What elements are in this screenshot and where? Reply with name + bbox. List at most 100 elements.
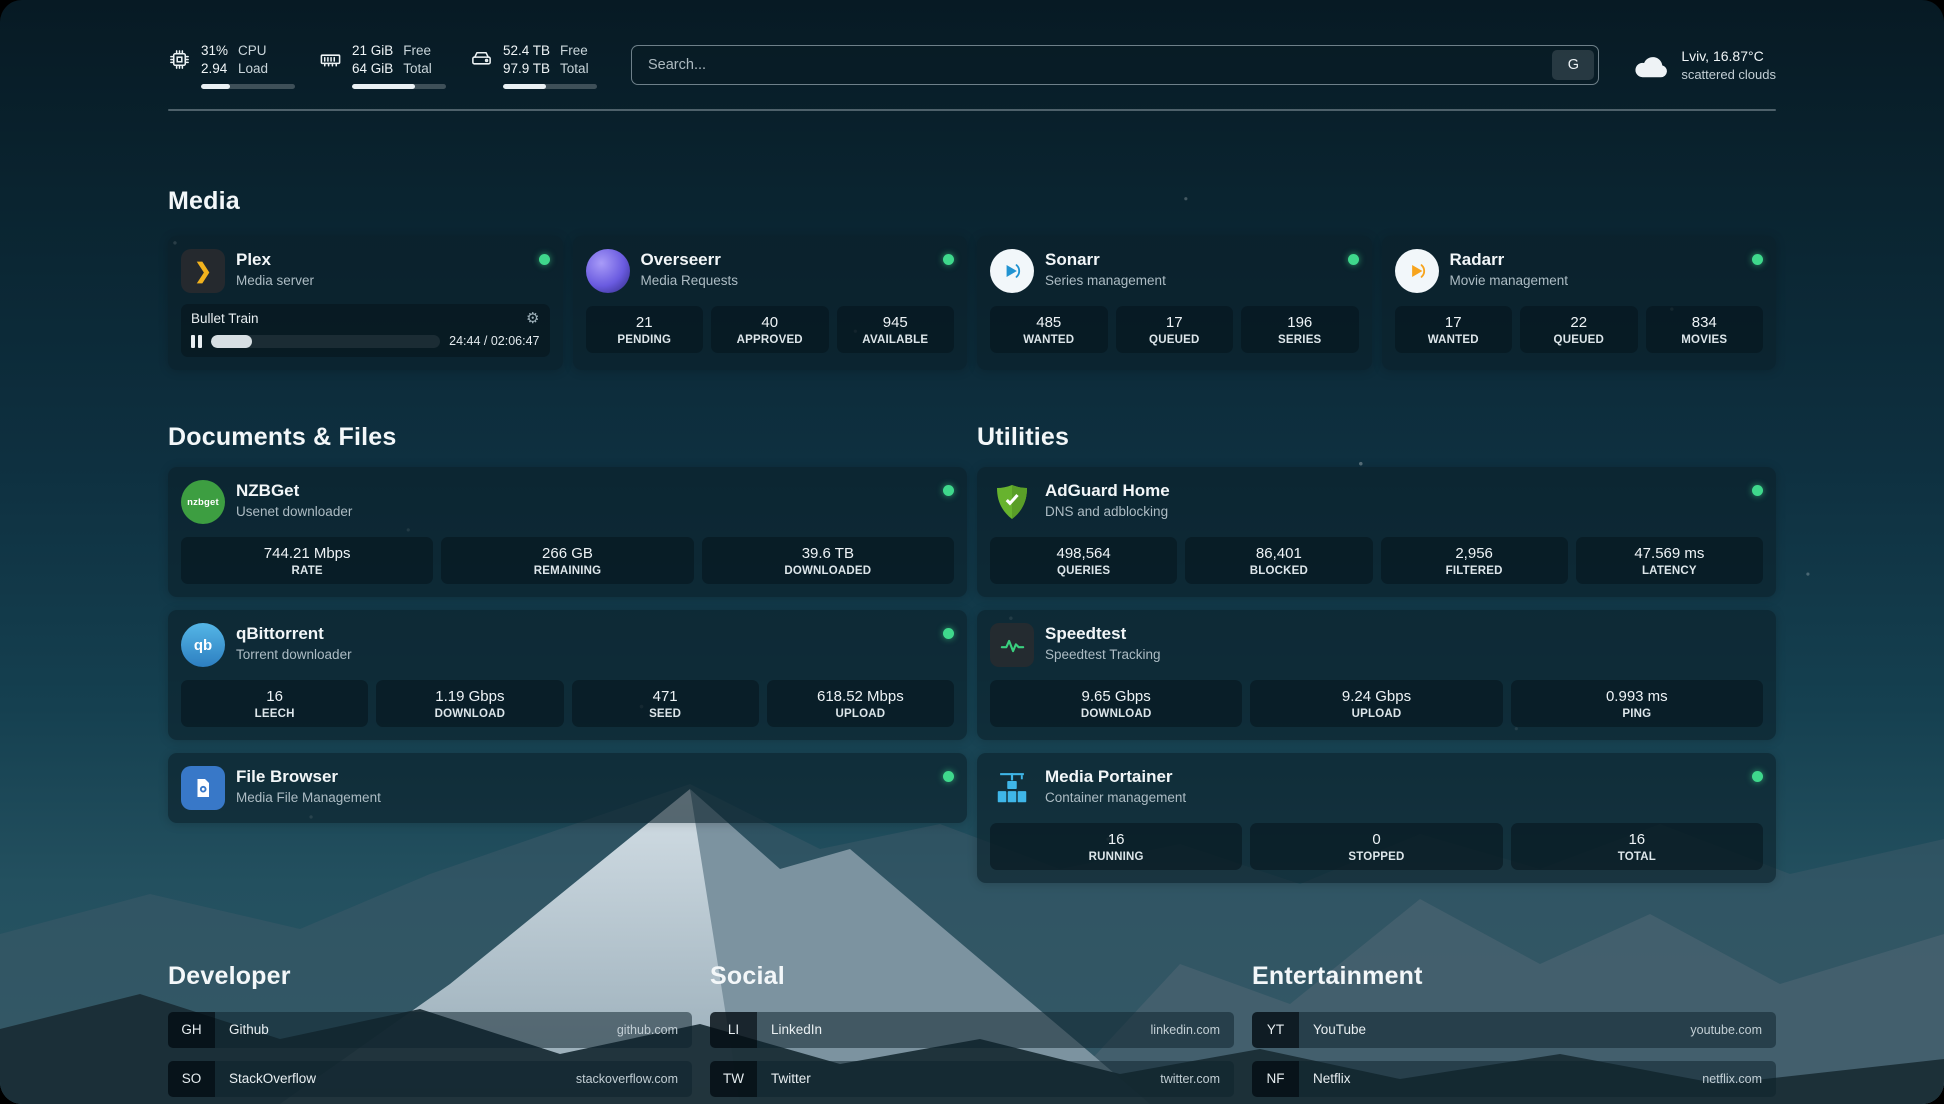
service-card-speedtest[interactable]: Speedtest Speedtest Tracking 9.65 Gbps D… [977,610,1776,740]
cpu-label-2: Load [238,60,268,78]
bookmark-youtube[interactable]: YT YouTube youtube.com [1252,1012,1776,1048]
cpu-label-1: CPU [238,42,268,60]
cpu-loadavg: 2.94 [201,60,228,78]
filebrowser-icon [181,766,225,810]
service-subtitle: Media server [236,273,528,288]
section-title-utilities: Utilities [977,423,1776,452]
service-card-qbittorrent[interactable]: qb qBittorrent Torrent downloader 16 LEE… [168,610,967,740]
service-name: Media Portainer [1045,767,1741,787]
service-subtitle: Media Requests [641,273,933,288]
service-card-plex[interactable]: ❯ Plex Media server Bullet Train ⚙ [168,236,563,370]
section-title-entertainment: Entertainment [1252,962,1776,991]
bookmark-name: Twitter [771,1071,811,1086]
topbar-divider [168,109,1776,111]
status-dot [943,628,954,639]
search-provider-button[interactable]: G [1552,50,1594,80]
bookmark-url: stackoverflow.com [576,1072,678,1086]
search-input[interactable] [636,57,1552,73]
bookmark-url: youtube.com [1690,1023,1762,1037]
stat-filtered: 2,956 FILTERED [1381,537,1568,584]
cloud-icon [1633,51,1669,79]
section-documents: Documents & Files nzbget NZBGet Usenet d… [168,402,967,883]
bookmark-github[interactable]: GH Githubgithub.com [168,1012,692,1048]
bookmark-url: linkedin.com [1151,1023,1220,1037]
speedtest-icon [990,623,1034,667]
service-card-radarr[interactable]: Radarr Movie management 17 WANTED 22 QUE… [1382,236,1777,370]
section-title-social: Social [710,962,1234,991]
section-media: Media ❯ Plex Media server Bullet Tr [168,187,1776,371]
status-dot [539,254,550,265]
disk-label-2: Total [560,60,589,78]
status-dot [943,254,954,265]
bookmark-name: StackOverflow [229,1071,316,1086]
resource-widgets: 31% 2.94 CPU Load [168,42,597,89]
qbittorrent-icon: qb [181,623,225,667]
status-dot [1348,254,1359,265]
adguard-icon [990,480,1034,524]
service-card-overseerr[interactable]: Overseerr Media Requests 21 PENDING 40 A… [573,236,968,370]
bookmark-url: github.com [617,1023,678,1037]
service-name: Plex [236,250,528,270]
stat-latency: 47.569 ms LATENCY [1576,537,1763,584]
service-subtitle: Torrent downloader [236,647,932,662]
stat-wanted: 17 WANTED [1395,306,1513,353]
pause-icon[interactable] [191,335,202,348]
service-card-portainer[interactable]: Media Portainer Container management 16 … [977,753,1776,883]
stat-series: 196 SERIES [1241,306,1359,353]
service-subtitle: Usenet downloader [236,504,932,519]
gear-icon[interactable]: ⚙ [526,311,539,326]
stat-leech: 16 LEECH [181,680,368,727]
service-subtitle: Series management [1045,273,1337,288]
disk-widget: 52.4 TB 97.9 TB Free Total [470,42,597,89]
service-name: Overseerr [641,250,933,270]
bookmark-group-developer: Developer GH Githubgithub.com SO StackOv… [168,941,692,1104]
nzbget-icon: nzbget [181,480,225,524]
bookmark-name: YouTube [1313,1022,1366,1037]
disk-total: 97.9 TB [503,60,550,78]
memory-label-1: Free [403,42,432,60]
stat-download: 9.65 Gbps DOWNLOAD [990,680,1242,727]
stat-queued: 17 QUEUED [1116,306,1234,353]
bookmark-name: LinkedIn [771,1022,822,1037]
status-dot [943,771,954,782]
service-name: AdGuard Home [1045,481,1741,501]
bookmark-linkedin[interactable]: LI LinkedInlinkedin.com [710,1012,1234,1048]
service-subtitle: Media File Management [236,790,932,805]
plex-now-playing: Bullet Train ⚙ 24:44 / 02:06:47 [181,304,550,357]
service-card-sonarr[interactable]: Sonarr Series management 485 WANTED 17 Q… [977,236,1372,370]
bookmark-abbr: SO [168,1061,215,1097]
service-name: Sonarr [1045,250,1337,270]
search-bar: G [631,45,1599,85]
stat-upload: 618.52 Mbps UPLOAD [767,680,954,727]
service-name: File Browser [236,767,932,787]
bookmark-name: Github [229,1022,269,1037]
bookmark-stackoverflow[interactable]: SO StackOverflow stackoverflow.com [168,1061,692,1097]
service-card-adguard[interactable]: AdGuard Home DNS and adblocking 498,564 … [977,467,1776,597]
dashboard: 31% 2.94 CPU Load [0,0,1944,1104]
bookmark-abbr: YT [1252,1012,1299,1048]
service-card-filebrowser[interactable]: File Browser Media File Management [168,753,967,823]
stat-rate: 744.21 Mbps RATE [181,537,433,584]
memory-free: 21 GiB [352,42,393,60]
bookmark-twitter[interactable]: TW Twittertwitter.com [710,1061,1234,1097]
stat-available: 945 AVAILABLE [837,306,955,353]
bookmark-netflix[interactable]: NF Netflixnetflix.com [1252,1061,1776,1097]
service-card-nzbget[interactable]: nzbget NZBGet Usenet downloader 744.21 M… [168,467,967,597]
overseerr-icon [586,249,630,293]
status-dot [1752,254,1763,265]
service-subtitle: Speedtest Tracking [1045,647,1763,662]
weather-location: Lviv, 16.87°C [1681,47,1776,66]
cpu-bar [201,84,295,89]
section-title-documents: Documents & Files [168,423,967,452]
bookmark-abbr: TW [710,1061,757,1097]
memory-label-2: Total [403,60,432,78]
service-subtitle: Container management [1045,790,1741,805]
status-dot [1752,771,1763,782]
bookmark-name: Netflix [1313,1071,1351,1086]
playback-progress-bar[interactable] [211,335,440,348]
stat-ping: 0.993 ms PING [1511,680,1763,727]
memory-bar [352,84,446,89]
plex-icon: ❯ [181,249,225,293]
service-name: Speedtest [1045,624,1763,644]
weather-condition: scattered clouds [1681,66,1776,84]
